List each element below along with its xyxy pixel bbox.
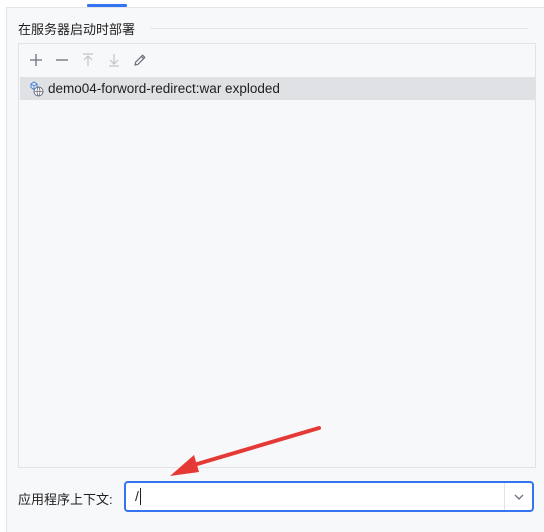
context-value: /: [135, 487, 139, 504]
context-label: 应用程序上下文:: [18, 492, 113, 507]
arrow-down-icon[interactable]: [101, 47, 127, 73]
context-input[interactable]: /: [126, 488, 504, 506]
pencil-icon[interactable]: [127, 47, 153, 73]
run-config-deployment-page: 在服务器启动时部署 demo04-forword-redirect:war ex…: [0, 0, 544, 532]
artifact-icon: [30, 80, 44, 96]
list-item-label: demo04-forword-redirect:war exploded: [48, 81, 280, 96]
artifact-toolbar: [19, 44, 153, 76]
arrow-up-icon[interactable]: [75, 47, 101, 73]
section-title: 在服务器启动时部署: [18, 22, 136, 37]
minus-icon[interactable]: [49, 47, 75, 73]
text-cursor: [139, 488, 141, 506]
chevron-down-icon[interactable]: [505, 483, 532, 510]
artifact-list: demo04-forword-redirect:war exploded: [18, 43, 536, 468]
list-item[interactable]: demo04-forword-redirect:war exploded: [20, 77, 535, 100]
section-divider: [150, 28, 528, 29]
plus-icon[interactable]: [23, 47, 49, 73]
context-combobox[interactable]: /: [124, 481, 534, 512]
